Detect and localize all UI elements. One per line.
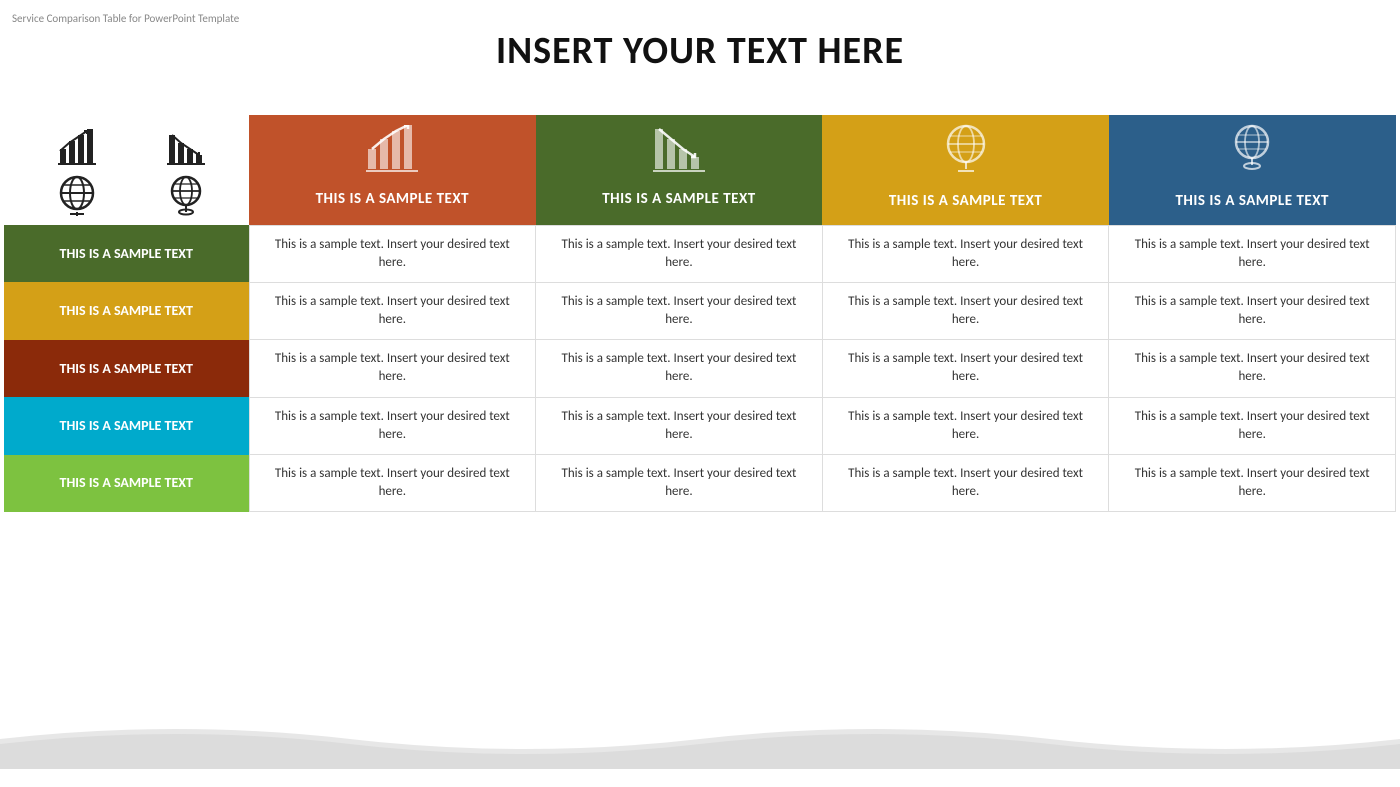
col-header-4: THIS IS A SAMPLE TEXT — [1109, 115, 1396, 225]
table-row: THIS IS A SAMPLE TEXTThis is a sample te… — [4, 282, 1396, 339]
col2-icon — [542, 125, 817, 184]
data-cell-r3-c2: This is a sample text. Insert your desir… — [536, 340, 823, 397]
data-cell-r4-c1: This is a sample text. Insert your desir… — [249, 397, 536, 454]
table-row: THIS IS A SAMPLE TEXTThis is a sample te… — [4, 397, 1396, 454]
comparison-table: THIS IS A SAMPLE TEXT — [4, 115, 1396, 512]
data-cell-r3-c3: This is a sample text. Insert your desir… — [822, 340, 1109, 397]
table-wrapper: THIS IS A SAMPLE TEXT — [0, 115, 1400, 512]
row-header-3: THIS IS A SAMPLE TEXT — [4, 340, 249, 397]
wave-decoration — [0, 714, 1400, 769]
data-cell-r5-c4: This is a sample text. Insert your desir… — [1109, 455, 1396, 512]
data-cell-r1-c4: This is a sample text. Insert your desir… — [1109, 225, 1396, 282]
bar-chart-down-icon — [134, 125, 240, 169]
data-cell-r2-c2: This is a sample text. Insert your desir… — [536, 282, 823, 339]
data-cell-r2-c3: This is a sample text. Insert your desir… — [822, 282, 1109, 339]
col1-header-text: THIS IS A SAMPLE TEXT — [255, 190, 530, 208]
bar-chart-up-icon — [24, 125, 130, 169]
row-header-4: THIS IS A SAMPLE TEXT — [4, 397, 249, 454]
data-cell-r1-c1: This is a sample text. Insert your desir… — [249, 225, 536, 282]
globe-flat-icon — [24, 173, 130, 217]
icons-grid — [14, 125, 239, 217]
data-cell-r4-c2: This is a sample text. Insert your desir… — [536, 397, 823, 454]
row-header-1: THIS IS A SAMPLE TEXT — [4, 225, 249, 282]
col4-icon — [1115, 123, 1390, 186]
col-header-1: THIS IS A SAMPLE TEXT — [249, 115, 536, 225]
icon-cell — [4, 115, 249, 225]
data-cell-r3-c1: This is a sample text. Insert your desir… — [249, 340, 536, 397]
globe-stand-icon — [134, 173, 240, 217]
col2-header-text: THIS IS A SAMPLE TEXT — [542, 190, 817, 208]
table-row: THIS IS A SAMPLE TEXTThis is a sample te… — [4, 225, 1396, 282]
row-header-2: THIS IS A SAMPLE TEXT — [4, 282, 249, 339]
data-cell-r5-c2: This is a sample text. Insert your desir… — [536, 455, 823, 512]
data-cell-r5-c1: This is a sample text. Insert your desir… — [249, 455, 536, 512]
template-label: Service Comparison Table for PowerPoint … — [12, 12, 239, 25]
col-header-2: THIS IS A SAMPLE TEXT — [536, 115, 823, 225]
data-cell-r3-c4: This is a sample text. Insert your desir… — [1109, 340, 1396, 397]
col-header-3: THIS IS A SAMPLE TEXT — [822, 115, 1109, 225]
col1-icon — [255, 125, 530, 184]
data-cell-r1-c3: This is a sample text. Insert your desir… — [822, 225, 1109, 282]
row-header-5: THIS IS A SAMPLE TEXT — [4, 455, 249, 512]
table-row: THIS IS A SAMPLE TEXTThis is a sample te… — [4, 340, 1396, 397]
table-row: THIS IS A SAMPLE TEXTThis is a sample te… — [4, 455, 1396, 512]
data-cell-r1-c2: This is a sample text. Insert your desir… — [536, 225, 823, 282]
col3-icon — [828, 123, 1103, 186]
data-cell-r2-c1: This is a sample text. Insert your desir… — [249, 282, 536, 339]
col4-header-text: THIS IS A SAMPLE TEXT — [1115, 192, 1390, 210]
data-cell-r4-c3: This is a sample text. Insert your desir… — [822, 397, 1109, 454]
col3-header-text: THIS IS A SAMPLE TEXT — [828, 192, 1103, 210]
data-cell-r2-c4: This is a sample text. Insert your desir… — [1109, 282, 1396, 339]
data-cell-r4-c4: This is a sample text. Insert your desir… — [1109, 397, 1396, 454]
data-cell-r5-c3: This is a sample text. Insert your desir… — [822, 455, 1109, 512]
